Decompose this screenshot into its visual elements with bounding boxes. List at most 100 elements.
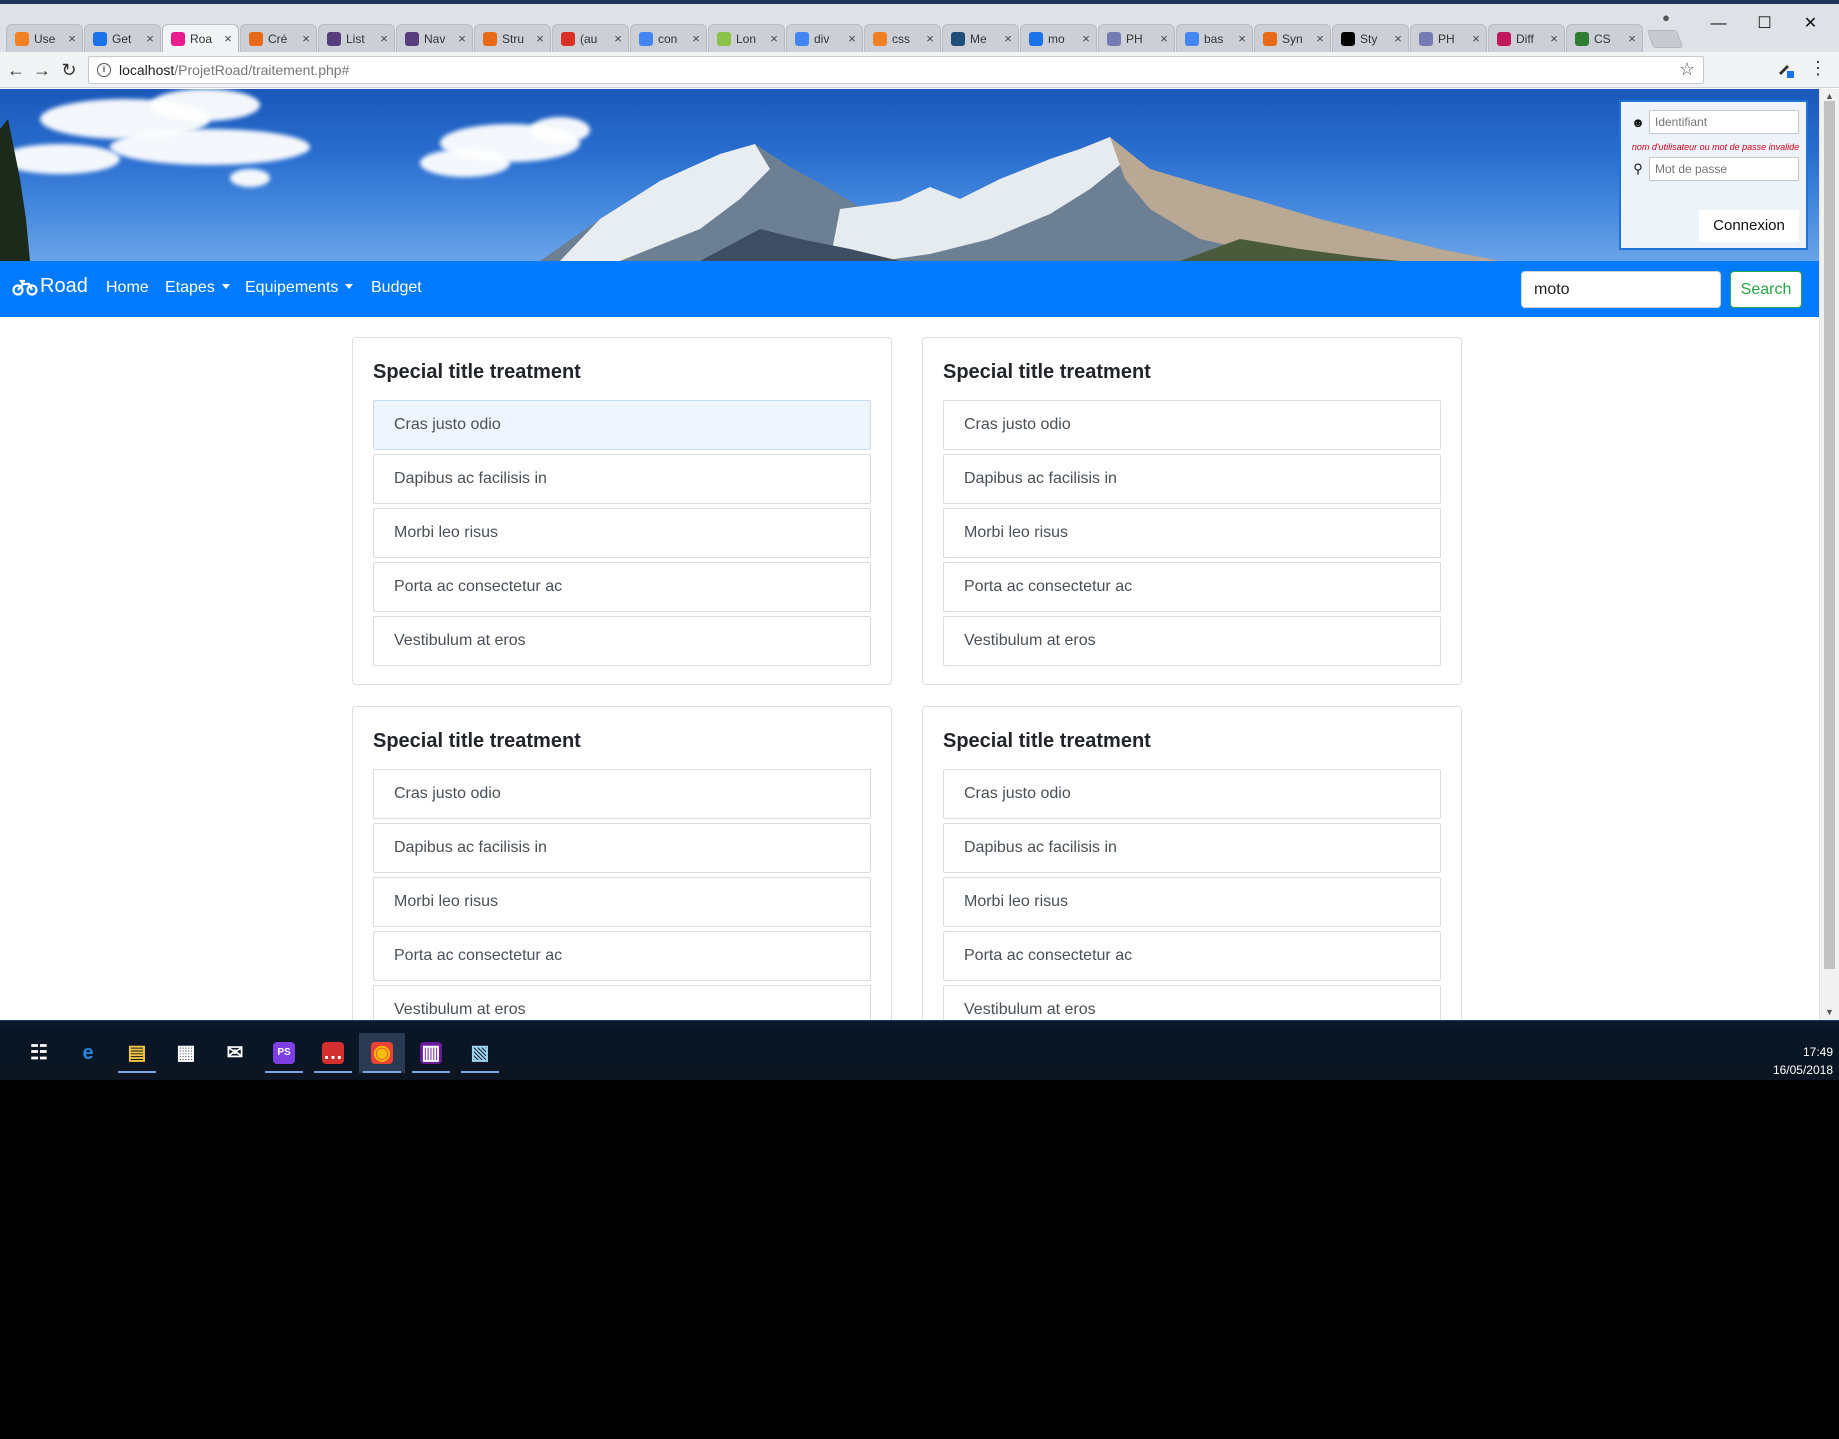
tab-close-icon[interactable]: × bbox=[1548, 31, 1560, 46]
forward-icon[interactable]: → bbox=[30, 58, 54, 82]
list-item[interactable]: Morbi leo risus bbox=[943, 877, 1441, 927]
phpstorm-icon[interactable]: PS bbox=[261, 1033, 307, 1073]
chrome-icon[interactable]: ◉ bbox=[359, 1033, 405, 1073]
nav-budget[interactable]: Budget bbox=[371, 279, 422, 297]
winrar-icon[interactable]: ▥ bbox=[408, 1033, 454, 1073]
list-item[interactable]: Cras justo odio bbox=[373, 769, 871, 819]
tab-close-icon[interactable]: × bbox=[66, 31, 78, 46]
browser-tab[interactable]: Cré × bbox=[240, 24, 317, 52]
browser-tab[interactable]: Roa × bbox=[162, 24, 239, 52]
tab-close-icon[interactable]: × bbox=[1626, 31, 1638, 46]
list-item[interactable]: Morbi leo risus bbox=[373, 508, 871, 558]
tab-close-icon[interactable]: × bbox=[1314, 31, 1326, 46]
browser-tab[interactable]: CS × bbox=[1566, 24, 1643, 52]
browser-tab[interactable]: mo × bbox=[1020, 24, 1097, 52]
list-item[interactable]: Dapibus ac facilisis in bbox=[373, 454, 871, 504]
chat-icon[interactable]: … bbox=[310, 1033, 356, 1073]
browser-tab[interactable]: Sty × bbox=[1332, 24, 1409, 52]
tab-close-icon[interactable]: × bbox=[1002, 31, 1014, 46]
browser-tab[interactable]: Nav × bbox=[396, 24, 473, 52]
info-icon[interactable]: i bbox=[97, 63, 111, 77]
nav-etapes-dropdown[interactable]: Etapes bbox=[165, 279, 230, 297]
scroll-up-icon[interactable]: ▲ bbox=[1825, 91, 1834, 101]
notes-icon[interactable]: ▧ bbox=[457, 1033, 503, 1073]
browser-menu-icon[interactable]: ⋮ bbox=[1808, 58, 1828, 80]
browser-tab[interactable]: div × bbox=[786, 24, 863, 52]
tab-close-icon[interactable]: × bbox=[534, 31, 546, 46]
edge-icon[interactable]: e bbox=[65, 1033, 111, 1073]
tab-close-icon[interactable]: × bbox=[1080, 31, 1092, 46]
list-item[interactable]: Dapibus ac facilisis in bbox=[943, 454, 1441, 504]
back-icon[interactable]: ← bbox=[4, 58, 28, 82]
new-tab-button[interactable] bbox=[1646, 30, 1684, 48]
list-item[interactable]: Vestibulum at eros bbox=[373, 985, 871, 1020]
browser-tab[interactable]: Get × bbox=[84, 24, 161, 52]
tab-close-icon[interactable]: × bbox=[768, 31, 780, 46]
list-item[interactable]: Vestibulum at eros bbox=[943, 985, 1441, 1020]
list-item[interactable]: Porta ac consectetur ac bbox=[373, 562, 871, 612]
tab-close-icon[interactable]: × bbox=[1236, 31, 1248, 46]
list-item[interactable]: Vestibulum at eros bbox=[943, 616, 1441, 666]
file-explorer-icon[interactable]: ▤ bbox=[114, 1033, 160, 1073]
browser-tab[interactable]: Diff × bbox=[1488, 24, 1565, 52]
list-item[interactable]: Dapibus ac facilisis in bbox=[943, 823, 1441, 873]
list-item[interactable]: Porta ac consectetur ac bbox=[943, 562, 1441, 612]
extension-icon[interactable] bbox=[1776, 58, 1796, 80]
browser-tab[interactable]: bas × bbox=[1176, 24, 1253, 52]
tab-close-icon[interactable]: × bbox=[1392, 31, 1404, 46]
nav-home[interactable]: Home bbox=[106, 279, 149, 297]
browser-tab[interactable]: con × bbox=[630, 24, 707, 52]
tab-close-icon[interactable]: × bbox=[846, 31, 858, 46]
list-item[interactable]: Porta ac consectetur ac bbox=[373, 931, 871, 981]
scroll-thumb[interactable] bbox=[1824, 101, 1835, 969]
tab-close-icon[interactable]: × bbox=[144, 31, 156, 46]
list-item[interactable]: Cras justo odio bbox=[373, 400, 871, 450]
search-input[interactable] bbox=[1521, 271, 1721, 308]
close-window-button[interactable]: ✕ bbox=[1788, 12, 1833, 36]
tab-close-icon[interactable]: × bbox=[612, 31, 624, 46]
tab-close-icon[interactable]: × bbox=[378, 31, 390, 46]
list-item[interactable]: Porta ac consectetur ac bbox=[943, 931, 1441, 981]
list-item[interactable]: Morbi leo risus bbox=[943, 508, 1441, 558]
search-button[interactable]: Search bbox=[1730, 271, 1802, 308]
list-item[interactable]: Vestibulum at eros bbox=[373, 616, 871, 666]
tab-close-icon[interactable]: × bbox=[456, 31, 468, 46]
address-bar[interactable]: i localhost/ProjetRoad/traitement.php# ☆ bbox=[88, 56, 1704, 84]
tab-close-icon[interactable]: × bbox=[300, 31, 312, 46]
browser-tab[interactable]: Stru × bbox=[474, 24, 551, 52]
tab-close-icon[interactable]: × bbox=[1158, 31, 1170, 46]
password-input[interactable] bbox=[1649, 157, 1799, 181]
browser-tab[interactable]: (au × bbox=[552, 24, 629, 52]
minimize-button[interactable]: — bbox=[1696, 12, 1741, 36]
username-input[interactable] bbox=[1649, 110, 1799, 134]
mail-icon[interactable]: ✉ bbox=[212, 1033, 258, 1073]
scroll-down-icon[interactable]: ▼ bbox=[1825, 1007, 1834, 1017]
browser-tab[interactable]: Syn × bbox=[1254, 24, 1331, 52]
store-icon[interactable]: ▦ bbox=[163, 1033, 209, 1073]
list-item[interactable]: Morbi leo risus bbox=[373, 877, 871, 927]
bookmark-star-icon[interactable]: ☆ bbox=[1679, 59, 1695, 80]
task-view-icon[interactable]: ☷ bbox=[16, 1033, 62, 1073]
profile-icon[interactable]: ● bbox=[1658, 10, 1674, 26]
browser-tab[interactable]: PH × bbox=[1098, 24, 1175, 52]
browser-tab[interactable]: css × bbox=[864, 24, 941, 52]
tab-close-icon[interactable]: × bbox=[222, 31, 234, 46]
list-item[interactable]: Cras justo odio bbox=[943, 400, 1441, 450]
system-clock[interactable]: 17:49 16/05/2018 bbox=[1753, 1043, 1833, 1079]
connexion-button[interactable]: Connexion bbox=[1699, 210, 1799, 242]
reload-icon[interactable]: ↻ bbox=[57, 58, 81, 82]
browser-tab[interactable]: Me × bbox=[942, 24, 1019, 52]
nav-equipements-dropdown[interactable]: Equipements bbox=[245, 279, 354, 297]
browser-tab[interactable]: Lon × bbox=[708, 24, 785, 52]
browser-tab[interactable]: PH × bbox=[1410, 24, 1487, 52]
browser-tab[interactable]: List × bbox=[318, 24, 395, 52]
browser-tab[interactable]: Use × bbox=[6, 24, 83, 52]
list-item[interactable]: Cras justo odio bbox=[943, 769, 1441, 819]
maximize-button[interactable]: ☐ bbox=[1742, 12, 1787, 36]
vertical-scrollbar[interactable]: ▲ ▼ bbox=[1819, 89, 1839, 1020]
brand-link[interactable]: Road bbox=[12, 275, 88, 298]
tab-close-icon[interactable]: × bbox=[690, 31, 702, 46]
tab-close-icon[interactable]: × bbox=[1470, 31, 1482, 46]
list-item[interactable]: Dapibus ac facilisis in bbox=[373, 823, 871, 873]
tab-close-icon[interactable]: × bbox=[924, 31, 936, 46]
